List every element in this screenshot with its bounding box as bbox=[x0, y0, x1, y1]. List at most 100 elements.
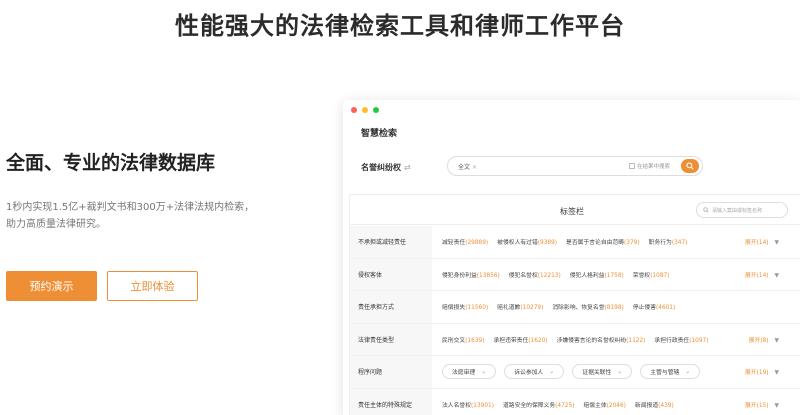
expand-button[interactable]: 展开(14) ▼ bbox=[745, 270, 779, 279]
tag-list: 侵犯身份利益(13856) 侵犯名誉权(12213) 侵犯人格利益(1758) 荣誉权… bbox=[432, 270, 679, 279]
expand-button[interactable]: 展开(14) ▼ bbox=[745, 237, 779, 246]
tag-count: (11560) bbox=[465, 305, 489, 312]
caret-down-icon: ▼ bbox=[774, 402, 779, 409]
search-in-result-label: 在结果中搜索 bbox=[636, 164, 670, 170]
book-demo-button[interactable]: 预约演示 bbox=[6, 271, 97, 301]
tag-count: (347) bbox=[671, 240, 688, 247]
tag-count: (12213) bbox=[537, 272, 561, 279]
tag-item[interactable]: 承担行政责任(1097) bbox=[654, 335, 708, 344]
tag-name: 法人名誉权 bbox=[442, 402, 471, 409]
expand-count: (14) bbox=[756, 240, 769, 247]
tag-list: 法人名誉权(13901) 道路安全的保障义务(4725) 赔偿主体(2046) 新闻报… bbox=[432, 400, 683, 409]
filter-dropdown[interactable]: 诉讼参加人 ⌄ bbox=[504, 364, 565, 380]
window-controls bbox=[351, 107, 379, 113]
tag-item[interactable]: 侵犯名誉权(12213) bbox=[509, 270, 561, 279]
expand-label: 展开 bbox=[745, 240, 757, 247]
tag-name: 被侵权人有过错 bbox=[497, 240, 538, 247]
tag-item[interactable]: 赔礼道歉(10279) bbox=[497, 302, 543, 311]
tag-row-label: 法律责任类型 bbox=[350, 323, 432, 355]
tag-name: 消除影响、恢复名誉 bbox=[552, 305, 605, 312]
tag-item[interactable]: 侵犯人格利益(1758) bbox=[570, 270, 624, 279]
filter-dropdown-label: 法庭审理 bbox=[452, 370, 476, 377]
tag-count: (1639) bbox=[465, 337, 485, 344]
chevron-down-icon: ⌄ bbox=[481, 368, 487, 376]
tag-item[interactable]: 被侵权人有过错(9389) bbox=[497, 237, 557, 246]
expand-button[interactable]: 展开(15) ▼ bbox=[745, 400, 779, 409]
filter-dropdown[interactable]: 主管与管辖 ⌄ bbox=[640, 364, 701, 380]
tag-item[interactable]: 道路安全的保障义务(4725) bbox=[503, 400, 574, 409]
tag-name: 承担行政责任 bbox=[654, 337, 690, 344]
tag-count: (1087) bbox=[650, 272, 670, 279]
tag-list: 赔偿损失(11560) 赔礼道歉(10279) 消除影响、恢复名誉(8198) 停止侵… bbox=[432, 302, 684, 311]
tag-name: 荣誉权 bbox=[632, 272, 651, 279]
tag-name: 赔偿主体 bbox=[583, 402, 607, 409]
tag-rows: 不承担或减轻责任 减轻责任(29889) 被侵权人有过错(9389) 是否属于言论自由… bbox=[350, 226, 800, 415]
swap-icon[interactable]: ⇄ bbox=[404, 163, 411, 172]
tag-item[interactable]: 停止侵害(4601) bbox=[633, 302, 675, 311]
tag-item[interactable]: 荣誉权(1087) bbox=[633, 270, 670, 279]
search-field-label[interactable]: 名誉纠纷权 ⇄ bbox=[361, 162, 411, 173]
expand-button[interactable]: 展开(8) ▼ bbox=[749, 335, 779, 344]
tag-list: 民刑交叉(1639) 承担违带责任(1620) 涉嫌侵害言论的名誉权纠纷(1122)… bbox=[432, 335, 718, 344]
tag-row-label: 责任承担方式 bbox=[350, 291, 432, 323]
tag-item[interactable]: 职务行为(347) bbox=[649, 237, 688, 246]
tag-item[interactable]: 侵犯身份利益(13856) bbox=[442, 270, 500, 279]
tag-count: (1097) bbox=[689, 337, 709, 344]
expand-button[interactable]: 展开(19) ▼ bbox=[745, 367, 779, 376]
tag-item[interactable]: 民刑交叉(1639) bbox=[442, 335, 484, 344]
tag-count: (8198) bbox=[604, 305, 624, 312]
tag-count: (4601) bbox=[656, 305, 676, 312]
search-in-result-checkbox[interactable]: 在结果中搜索 bbox=[628, 162, 670, 170]
scope-close-icon[interactable]: × bbox=[472, 164, 477, 171]
tag-item[interactable]: 是否属于言论自由范畴(379) bbox=[566, 237, 640, 246]
chevron-down-icon: ⌄ bbox=[617, 368, 623, 376]
tag-row-label: 侵权客体 bbox=[350, 258, 432, 290]
tag-item[interactable]: 法人名誉权(13901) bbox=[442, 400, 494, 409]
checkbox-icon[interactable] bbox=[628, 163, 635, 169]
tag-name: 侵犯人格利益 bbox=[569, 272, 605, 279]
caret-down-icon: ▼ bbox=[774, 370, 779, 377]
tag-count: (13901) bbox=[471, 402, 494, 409]
tag-name: 减轻责任 bbox=[442, 240, 466, 247]
tag-item[interactable]: 消除影响、恢复名誉(8198) bbox=[552, 302, 623, 311]
expand-label: 展开 bbox=[745, 272, 757, 279]
tag-item[interactable]: 承担违带责任(1620) bbox=[493, 335, 547, 344]
intro-title: 全面、专业的法律数据库 bbox=[6, 152, 216, 174]
tag-panel-header: 标签栏 请输入案由或标签名称 bbox=[350, 195, 800, 225]
search-field-text: 名誉纠纷权 bbox=[361, 163, 401, 172]
tag-item[interactable]: 赔偿损失(11560) bbox=[442, 302, 488, 311]
close-dot-icon bbox=[351, 107, 357, 113]
tag-count: (4725) bbox=[555, 402, 575, 409]
tag-item[interactable]: 减轻责任(29889) bbox=[442, 237, 488, 246]
search-icon bbox=[686, 162, 694, 170]
tag-name: 侵犯身份利益 bbox=[442, 272, 477, 279]
filter-dropdown[interactable]: 法庭审理 ⌄ bbox=[442, 364, 497, 380]
intro-section: 全面、专业的法律数据库 1秒内实现1.5亿+裁判文书和300万+法律法规内检索，… bbox=[6, 148, 326, 233]
tag-panel-title: 标签栏 bbox=[560, 207, 584, 216]
caret-down-icon: ▼ bbox=[774, 272, 779, 279]
filter-dropdown[interactable]: 证据关联性 ⌄ bbox=[572, 364, 633, 380]
chevron-down-icon: ⌄ bbox=[549, 368, 555, 376]
tag-row-label: 不承担或减轻责任 bbox=[350, 226, 432, 258]
search-button[interactable] bbox=[681, 159, 699, 173]
tag-item[interactable]: 新闻报道(439) bbox=[635, 400, 674, 409]
search-input[interactable]: 全文 × 在结果中搜索 bbox=[447, 156, 703, 176]
minimize-dot-icon bbox=[362, 107, 368, 113]
tag-row: 不承担或减轻责任 减轻责任(29889) 被侵权人有过错(9389) 是否属于言论自由… bbox=[350, 226, 800, 259]
search-scope-tag[interactable]: 全文 × bbox=[458, 162, 477, 171]
expand-label: 展开 bbox=[745, 402, 757, 409]
tag-item[interactable]: 赔偿主体(2046) bbox=[583, 400, 625, 409]
app-window-preview: 智慧检索 名誉纠纷权 ⇄ 全文 × 在结果中搜索 标签栏 请输入案由或标签名称 不承… bbox=[343, 100, 800, 415]
try-now-button[interactable]: 立即体验 bbox=[107, 271, 198, 301]
tag-search-input[interactable]: 请输入案由或标签名称 bbox=[696, 202, 788, 218]
tag-row-label: 程序问题 bbox=[350, 356, 432, 388]
tag-item[interactable]: 涉嫌侵害言论的名誉权纠纷(1122) bbox=[557, 335, 646, 344]
tag-count: (379) bbox=[624, 240, 640, 247]
tag-count: (2046) bbox=[606, 402, 626, 409]
tag-name: 侵犯名誉权 bbox=[508, 272, 538, 279]
tag-name: 赔礼道歉 bbox=[497, 305, 521, 312]
tag-row: 法律责任类型 民刑交叉(1639) 承担违带责任(1620) 涉嫌侵害言论的名誉权纠纷… bbox=[350, 323, 800, 356]
tag-name: 新闻报道 bbox=[634, 402, 659, 409]
tag-row: 责任承担方式 赔偿损失(11560) 赔礼道歉(10279) 消除影响、恢复名誉(81… bbox=[350, 291, 800, 324]
cta-row: 预约演示 立即体验 bbox=[6, 271, 198, 301]
